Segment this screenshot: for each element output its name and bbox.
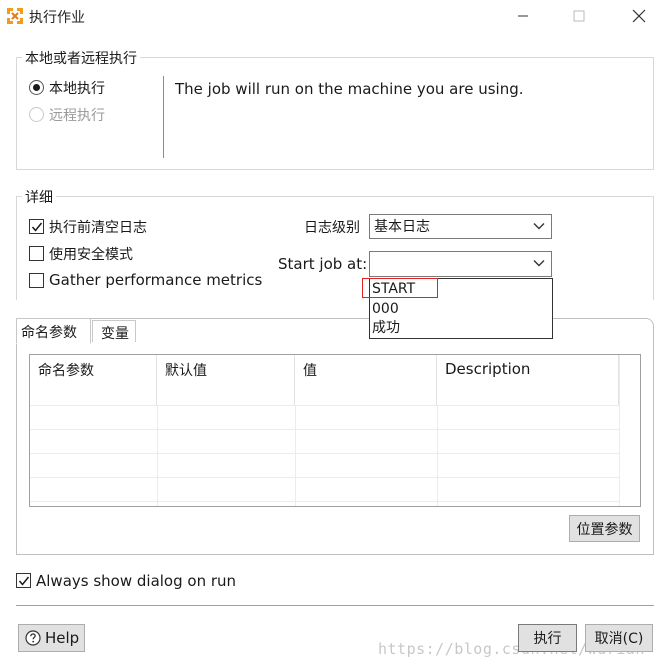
column-divider xyxy=(157,405,158,506)
clear-log-label[interactable]: 执行前清空日志 xyxy=(49,217,147,237)
remote-run-label: 远程执行 xyxy=(49,108,105,124)
local-run-radio[interactable] xyxy=(29,80,44,95)
minimize-button[interactable] xyxy=(500,0,546,32)
tab-named-params[interactable]: 命名参数 xyxy=(16,318,91,344)
clear-log-checkbox[interactable] xyxy=(29,219,44,234)
column-header[interactable]: 值 xyxy=(295,355,437,405)
safe-mode-checkbox[interactable] xyxy=(29,246,44,261)
dropdown-option-success[interactable]: 成功 xyxy=(372,318,550,338)
position-params-button[interactable]: 位置参数 xyxy=(569,515,640,542)
chevron-down-icon xyxy=(533,223,545,230)
vertical-divider xyxy=(163,76,164,158)
dropdown-option-000[interactable]: 000 xyxy=(372,299,550,319)
column-divider xyxy=(619,355,620,506)
chevron-down-icon xyxy=(533,260,545,267)
local-run-label[interactable]: 本地执行 xyxy=(49,78,105,98)
footer-separator xyxy=(16,605,654,606)
close-icon xyxy=(632,9,646,23)
log-level-select[interactable]: 基本日志 xyxy=(369,214,552,239)
log-level-label: 日志级别 xyxy=(304,220,360,236)
tab-variables[interactable]: 变量 xyxy=(92,320,136,342)
execution-group-legend: 本地或者远程执行 xyxy=(22,48,140,68)
column-header[interactable]: Description xyxy=(437,355,619,405)
always-show-checkbox[interactable] xyxy=(16,573,31,588)
close-button[interactable] xyxy=(616,0,662,32)
title-bar: 执行作业 xyxy=(0,0,670,34)
safe-mode-label[interactable]: 使用安全模式 xyxy=(49,244,133,264)
remote-run-radio xyxy=(29,107,44,122)
column-header[interactable]: 命名参数 xyxy=(30,355,157,405)
start-job-select[interactable] xyxy=(369,251,552,277)
table-row[interactable] xyxy=(30,477,619,478)
highlight-box xyxy=(362,278,438,298)
details-group-legend: 详细 xyxy=(22,187,56,207)
minimize-icon xyxy=(518,15,528,17)
table-row[interactable] xyxy=(30,429,619,430)
run-button[interactable]: 执行 xyxy=(518,624,577,652)
help-label: Help xyxy=(45,629,80,647)
column-header[interactable]: 默认值 xyxy=(157,355,295,405)
checkmark-icon xyxy=(18,576,30,586)
run-description: The job will run on the machine you are … xyxy=(175,80,524,98)
help-icon xyxy=(25,630,41,646)
params-table[interactable]: 命名参数 默认值 值 Description xyxy=(29,354,641,507)
table-row[interactable] xyxy=(30,405,619,406)
table-row[interactable] xyxy=(30,453,619,454)
gather-metrics-label[interactable]: Gather performance metrics xyxy=(49,271,262,289)
start-job-label: Start job at: xyxy=(278,255,368,273)
log-level-value: 基本日志 xyxy=(374,219,430,235)
help-button[interactable]: Help xyxy=(18,624,85,652)
table-row[interactable] xyxy=(30,501,619,502)
app-logo-icon xyxy=(7,8,23,24)
column-divider xyxy=(295,405,296,506)
always-show-label[interactable]: Always show dialog on run xyxy=(36,572,236,590)
window-title: 执行作业 xyxy=(29,10,85,26)
maximize-icon xyxy=(573,10,585,22)
cancel-button[interactable]: 取消(C) xyxy=(585,624,653,652)
column-divider xyxy=(437,405,438,506)
gather-metrics-checkbox[interactable] xyxy=(29,273,44,288)
maximize-button[interactable] xyxy=(556,0,602,32)
checkmark-icon xyxy=(31,222,43,232)
execution-group xyxy=(16,57,654,170)
